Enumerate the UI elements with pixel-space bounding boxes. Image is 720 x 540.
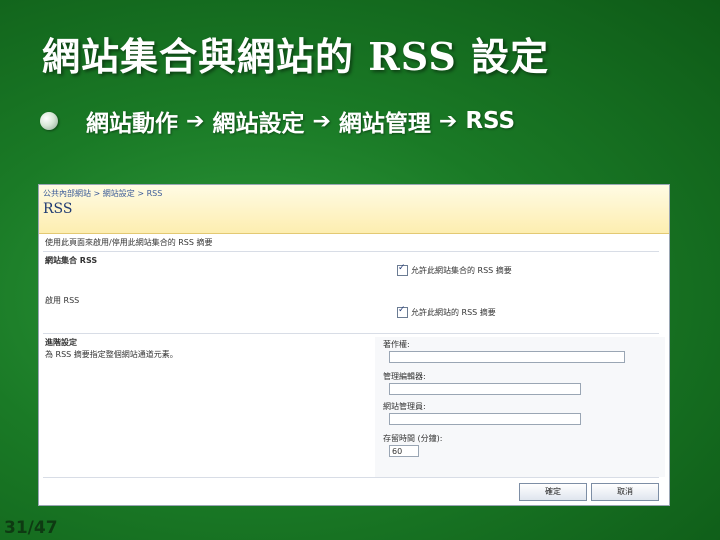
page-header: 公共內部網站 > 網站設定 > RSS RSS — [39, 185, 669, 234]
cancel-button[interactable]: 取消 — [591, 483, 659, 501]
breadcrumb-site-actions: 網站動作 — [86, 111, 178, 137]
page-number: 31/47 — [4, 518, 58, 538]
section-divider — [43, 477, 659, 478]
ttl-input[interactable]: 60 — [389, 445, 419, 457]
breadcrumb-site-settings: 網站設定 — [212, 111, 305, 137]
enable-rss-checkbox-label: 允許此網站的 RSS 摘要 — [411, 308, 496, 317]
webmaster-label: 網站管理員: — [383, 402, 426, 411]
managing-editor-label: 管理編輯器: — [383, 372, 426, 381]
arrow-right-icon: ➔ — [438, 108, 458, 134]
enable-rss-label: 啟用 RSS — [45, 296, 80, 305]
bullet-icon — [40, 112, 58, 130]
breadcrumb-site-admin: 網站管理 — [338, 111, 431, 137]
site-collection-rss-label: 網站集合 RSS — [45, 256, 98, 265]
ttl-label: 存留時間 (分鐘): — [383, 434, 443, 443]
checkbox-checked-icon[interactable] — [397, 263, 408, 276]
screenshot-breadcrumb[interactable]: 公共內部網站 > 網站設定 > RSS — [43, 188, 162, 199]
arrow-right-icon: ➔ — [186, 108, 205, 134]
site-collection-rss-checkbox-label: 允許此網站集合的 RSS 摘要 — [411, 266, 512, 275]
webmaster-input[interactable] — [389, 413, 581, 425]
breadcrumb: 網站動作 ➔ 網站設定 ➔ 網站管理 ➔ RSS — [40, 104, 515, 138]
page-description: 使用此頁面來啟用/停用此網站集合的 RSS 摘要 — [45, 238, 213, 247]
managing-editor-input[interactable] — [389, 383, 581, 395]
enable-rss-checkbox[interactable]: 允許此網站的 RSS 摘要 — [397, 305, 496, 318]
slide-title: 網站集合與網站的 RSS 設定 — [42, 34, 550, 79]
checkbox-checked-icon[interactable] — [397, 305, 408, 318]
copyright-input[interactable] — [389, 351, 625, 363]
advanced-settings-description: 為 RSS 摘要指定整個網站通道元素。 — [45, 350, 178, 359]
advanced-settings-label: 進階設定 — [45, 338, 77, 347]
section-divider — [43, 333, 659, 334]
breadcrumb-rss: RSS — [465, 108, 516, 134]
site-collection-rss-checkbox[interactable]: 允許此網站集合的 RSS 摘要 — [397, 263, 512, 276]
page-title: RSS — [43, 201, 73, 217]
arrow-right-icon: ➔ — [312, 108, 331, 134]
section-divider — [43, 251, 659, 252]
rss-settings-screenshot: 公共內部網站 > 網站設定 > RSS RSS 使用此頁面來啟用/停用此網站集合… — [38, 184, 670, 506]
ok-button[interactable]: 確定 — [519, 483, 587, 501]
copyright-label: 著作權: — [383, 340, 410, 349]
